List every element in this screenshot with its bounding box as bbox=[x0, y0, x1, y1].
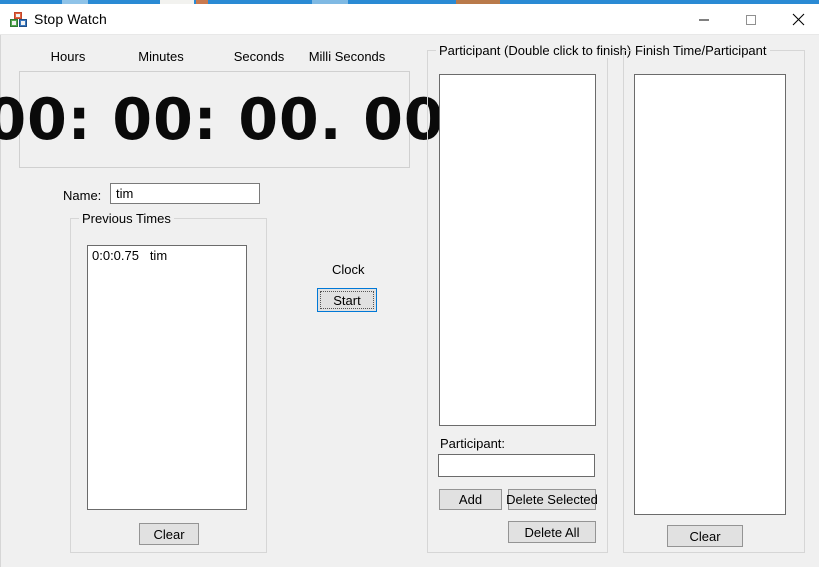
stopwatch-window: Stop Watch Hours Minutes Seconds Milli S… bbox=[0, 0, 819, 567]
minimize-icon bbox=[699, 19, 709, 20]
participant-input[interactable] bbox=[438, 454, 595, 477]
unit-label-milliseconds: Milli Seconds bbox=[308, 49, 386, 64]
window-title: Stop Watch bbox=[34, 11, 107, 27]
participant-listbox[interactable] bbox=[439, 74, 596, 426]
delete-all-button[interactable]: Delete All bbox=[508, 521, 596, 543]
name-input[interactable] bbox=[110, 183, 260, 204]
unit-label-hours: Hours bbox=[50, 49, 86, 64]
finish-time-group-title: Finish Time/Participant bbox=[632, 43, 770, 58]
minimize-button[interactable] bbox=[681, 4, 727, 35]
clear-finish-times-button[interactable]: Clear bbox=[667, 525, 743, 547]
close-button[interactable] bbox=[775, 4, 819, 35]
time-display-panel: 00: 00: 00. 00 bbox=[0, 71, 445, 168]
time-display-value: 00: 00: 00. 00 bbox=[0, 86, 445, 153]
name-label: Name: bbox=[63, 188, 102, 203]
participant-group-title: Participant (Double click to finish) bbox=[436, 43, 635, 58]
abc-blocks-icon bbox=[10, 12, 27, 28]
add-participant-button[interactable]: Add bbox=[439, 489, 502, 510]
maximize-icon bbox=[746, 14, 756, 25]
list-item[interactable]: 0:0:0.75 tim bbox=[88, 246, 246, 264]
start-button-label[interactable]: Start bbox=[320, 291, 374, 309]
delete-selected-button[interactable]: Delete Selected bbox=[506, 489, 598, 510]
clock-label: Clock bbox=[332, 262, 365, 277]
close-icon bbox=[792, 13, 804, 26]
title-bar: Stop Watch bbox=[0, 4, 819, 35]
finish-time-listbox[interactable] bbox=[634, 74, 786, 515]
start-button[interactable]: Start bbox=[317, 288, 377, 312]
clear-previous-times-button[interactable]: Clear bbox=[139, 523, 199, 545]
participant-entry-label: Participant: bbox=[440, 436, 506, 451]
previous-times-group-title: Previous Times bbox=[79, 211, 174, 226]
maximize-button[interactable] bbox=[728, 4, 774, 35]
unit-label-minutes: Minutes bbox=[138, 49, 184, 64]
unit-label-seconds: Seconds bbox=[233, 49, 285, 64]
previous-times-listbox[interactable]: 0:0:0.75 tim bbox=[87, 245, 247, 510]
